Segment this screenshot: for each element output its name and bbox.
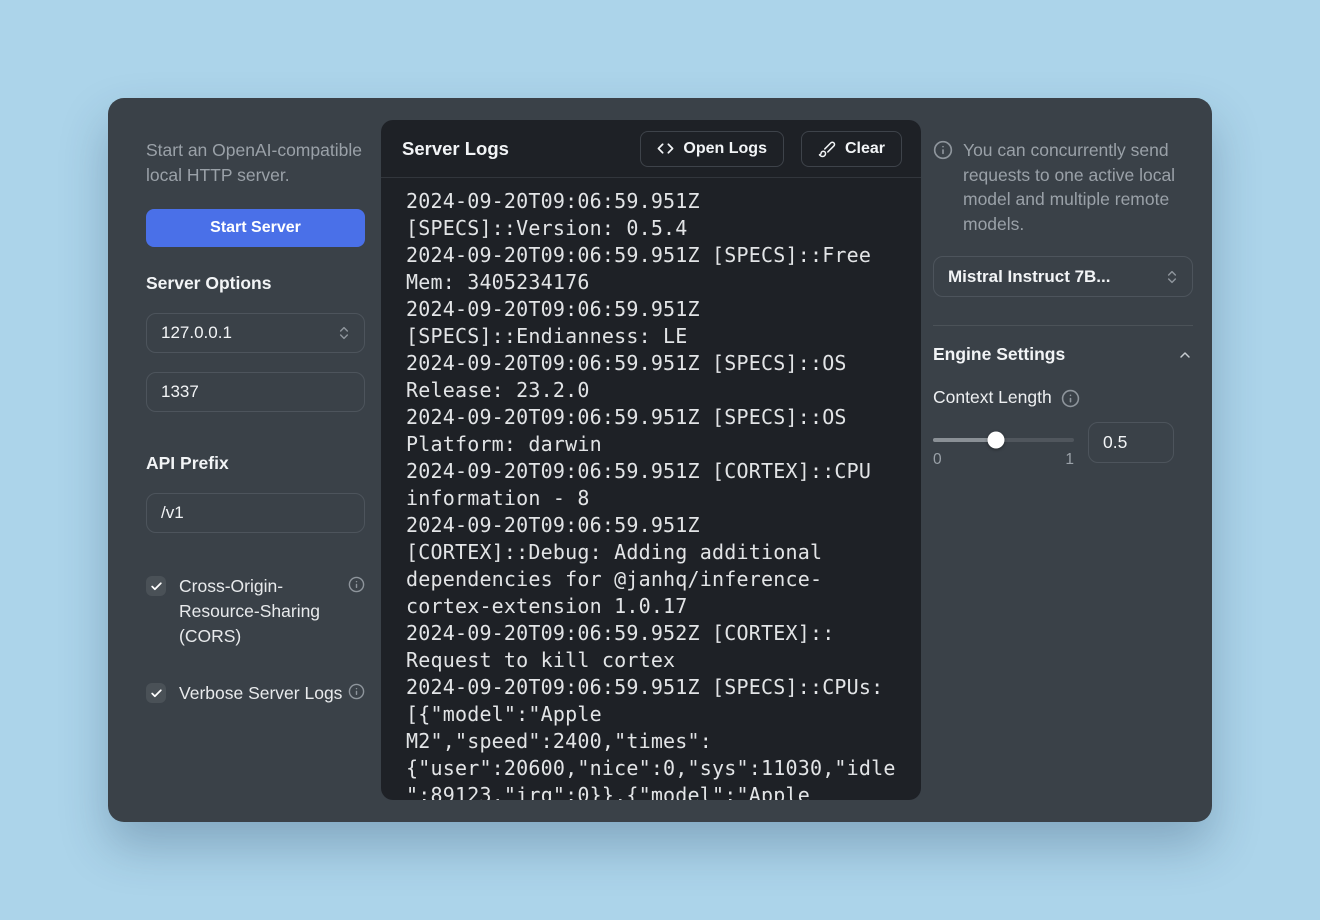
info-icon	[933, 140, 953, 160]
chevrons-up-down-icon	[1164, 269, 1180, 285]
api-prefix-input[interactable]: /v1	[146, 493, 365, 533]
chevrons-up-down-icon	[336, 325, 352, 341]
model-settings-sidebar: You can concurrently send requests to on…	[933, 120, 1193, 800]
model-select[interactable]: Mistral Instruct 7B...	[933, 256, 1193, 297]
server-logs-header: Server Logs Open Logs Clear	[381, 120, 921, 178]
server-logs-title: Server Logs	[402, 138, 640, 160]
cors-checkbox-label: Cross-Origin-Resource-Sharing (CORS)	[179, 574, 348, 649]
server-logs-output[interactable]: 2024-09-20T09:06:59.951Z [SPECS]::Versio…	[381, 178, 921, 800]
info-icon[interactable]	[1061, 389, 1080, 408]
clear-logs-button[interactable]: Clear	[801, 131, 902, 167]
host-select-value: 127.0.0.1	[161, 323, 336, 343]
server-config-sidebar: Start an OpenAI-compatible local HTTP se…	[146, 120, 365, 800]
context-length-value-input[interactable]: 0.5	[1088, 422, 1174, 463]
open-logs-button[interactable]: Open Logs	[640, 131, 784, 167]
port-input[interactable]: 1337	[146, 372, 365, 412]
concurrency-hint-text: You can concurrently send requests to on…	[963, 138, 1193, 236]
server-logs-text: 2024-09-20T09:06:59.951Z [SPECS]::Versio…	[406, 188, 903, 800]
code-icon	[657, 140, 674, 157]
server-description: Start an OpenAI-compatible local HTTP se…	[146, 138, 365, 187]
engine-settings-title: Engine Settings	[933, 344, 1065, 365]
context-length-label: Context Length	[933, 387, 1052, 408]
section-divider	[933, 325, 1193, 326]
open-logs-button-label: Open Logs	[683, 140, 767, 158]
context-length-row: Context Length	[933, 387, 1193, 408]
port-input-value: 1337	[161, 382, 352, 402]
clear-logs-button-label: Clear	[845, 140, 885, 158]
verbose-logs-checkbox[interactable]	[146, 683, 166, 703]
checkmark-icon	[150, 687, 163, 700]
info-icon[interactable]	[348, 576, 365, 593]
host-select[interactable]: 127.0.0.1	[146, 313, 365, 353]
api-prefix-title: API Prefix	[146, 453, 365, 474]
local-server-window: Start an OpenAI-compatible local HTTP se…	[108, 98, 1212, 822]
context-length-slider[interactable]: 0 1	[933, 422, 1074, 469]
context-length-slider-track[interactable]	[933, 438, 1074, 442]
context-length-slider-labels: 0 1	[933, 451, 1074, 469]
verbose-logs-checkbox-row: Verbose Server Logs	[146, 681, 365, 706]
api-prefix-input-value: /v1	[161, 503, 352, 523]
slider-max-label: 1	[1065, 451, 1074, 469]
checkmark-icon	[150, 580, 163, 593]
context-length-slider-thumb[interactable]	[988, 432, 1005, 449]
chevron-up-icon	[1177, 347, 1193, 363]
cors-checkbox-row: Cross-Origin-Resource-Sharing (CORS)	[146, 574, 365, 649]
model-select-value: Mistral Instruct 7B...	[948, 267, 1164, 287]
info-icon[interactable]	[348, 683, 365, 700]
start-server-button[interactable]: Start Server	[146, 209, 365, 247]
verbose-logs-checkbox-label: Verbose Server Logs	[179, 681, 348, 706]
engine-settings-toggle[interactable]: Engine Settings	[933, 344, 1193, 365]
slider-min-label: 0	[933, 451, 942, 469]
cors-checkbox[interactable]	[146, 576, 166, 596]
paintbrush-icon	[818, 140, 836, 158]
concurrency-hint: You can concurrently send requests to on…	[933, 138, 1193, 236]
server-logs-panel: Server Logs Open Logs Clear 2024-09-20T0…	[381, 120, 921, 800]
context-length-controls: 0 1 0.5	[933, 422, 1193, 469]
context-length-value: 0.5	[1103, 432, 1127, 453]
server-options-title: Server Options	[146, 273, 365, 294]
context-length-slider-fill	[933, 438, 996, 442]
